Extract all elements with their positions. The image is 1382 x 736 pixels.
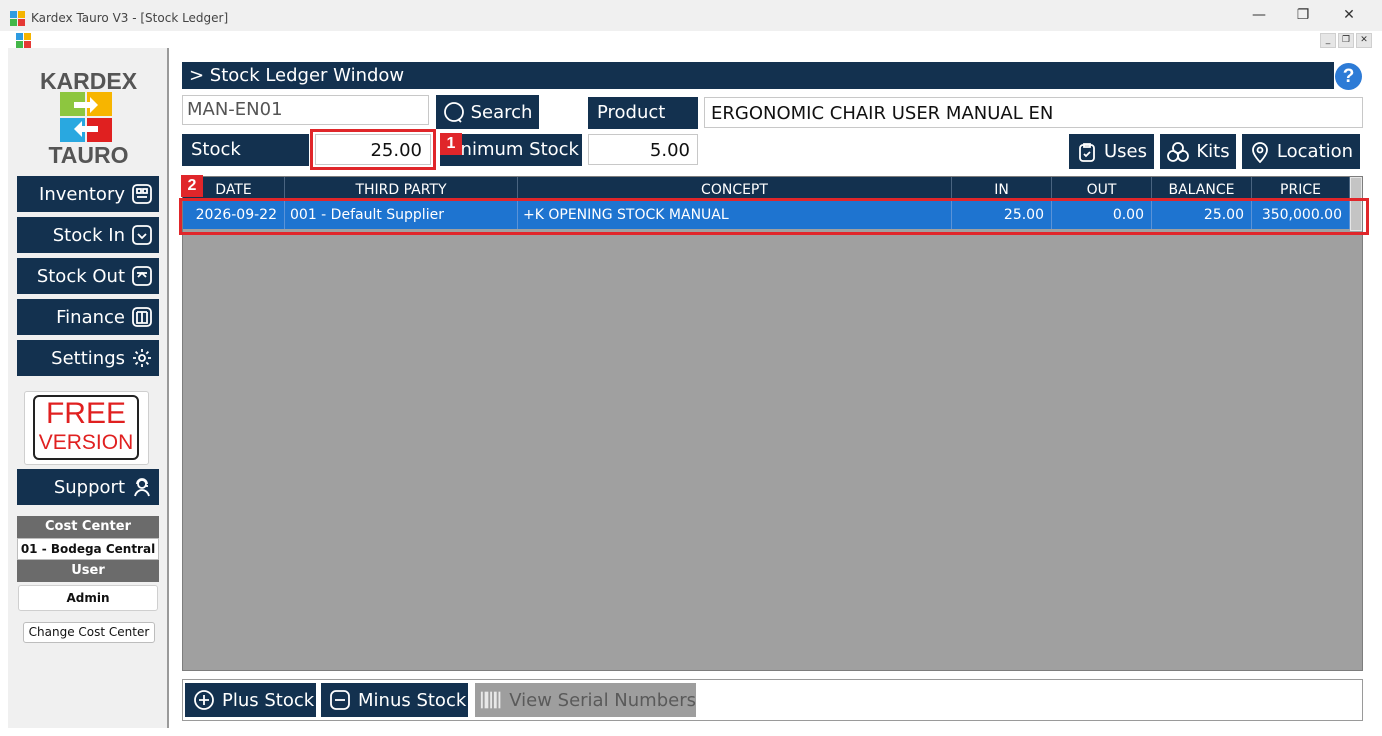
barcode-icon xyxy=(480,691,501,709)
location-pin-icon xyxy=(1252,141,1268,163)
change-cost-center-button[interactable]: Change Cost Center xyxy=(23,622,155,643)
plus-circle-icon xyxy=(194,690,214,710)
nav-finance-label: Finance xyxy=(56,306,125,328)
product-label: Product xyxy=(588,97,698,129)
product-name-field: ERGONOMIC CHAIR USER MANUAL EN xyxy=(704,97,1363,128)
window-minimize-button[interactable]: — xyxy=(1236,0,1282,31)
clipboard-check-icon xyxy=(1079,142,1095,162)
mdi-minimize-button[interactable]: _ xyxy=(1320,33,1336,48)
nav-inventory-label: Inventory xyxy=(39,183,125,205)
nav-stock-out-button[interactable]: Stock Out xyxy=(17,258,159,294)
minimum-stock-field: 5.00 xyxy=(588,134,698,165)
cost-center-value: 01 - Bodega Central xyxy=(17,538,159,560)
user-value: Admin xyxy=(18,585,158,611)
nav-stock-in-button[interactable]: Stock In xyxy=(17,217,159,253)
book-icon xyxy=(132,307,152,327)
search-icon xyxy=(443,102,464,123)
user-label: User xyxy=(17,560,159,582)
highlight-box-2 xyxy=(179,198,1369,235)
plus-stock-button[interactable]: Plus Stock xyxy=(185,683,316,717)
nav-finance-button[interactable]: Finance xyxy=(17,299,159,335)
nav-inventory-button[interactable]: Inventory xyxy=(17,176,159,212)
stock-label: Stock xyxy=(182,134,309,166)
mdi-restore-button[interactable]: ❐ xyxy=(1338,33,1354,48)
app-icon xyxy=(10,11,25,26)
free-version-line1: FREE xyxy=(45,397,126,430)
search-button-label: Search xyxy=(470,101,533,123)
minus-stock-button[interactable]: Minus Stock xyxy=(321,683,468,717)
inventory-icon xyxy=(132,184,152,204)
cost-center-label: Cost Center xyxy=(17,516,159,538)
logo-icon xyxy=(60,92,112,142)
view-serial-numbers-label: View Serial Numbers xyxy=(509,689,696,711)
nav-settings-button[interactable]: Settings xyxy=(17,340,159,376)
nav-stock-out-label: Stock Out xyxy=(36,265,125,287)
location-button[interactable]: Location xyxy=(1242,134,1360,169)
nav-stock-in-label: Stock In xyxy=(52,224,125,246)
stock-out-icon xyxy=(132,266,152,286)
window-title: Kardex Tauro V3 - [Stock Ledger] xyxy=(31,11,229,25)
kits-icon xyxy=(1167,141,1190,162)
uses-button-label: Uses xyxy=(1103,141,1147,162)
gear-icon xyxy=(133,349,151,367)
logo-text-tauro: TAURO xyxy=(48,142,129,168)
product-code-input[interactable]: MAN-EN01 xyxy=(182,95,429,125)
uses-button[interactable]: Uses xyxy=(1069,134,1154,169)
free-version-line2: VERSION xyxy=(38,431,134,454)
support-agent-icon xyxy=(134,478,150,497)
ledger-grid xyxy=(182,176,1363,671)
nav-support-label: Support xyxy=(53,476,125,498)
window-restore-button[interactable]: ❐ xyxy=(1280,0,1326,31)
mdi-close-button[interactable]: ✕ xyxy=(1356,33,1372,48)
mdi-bar xyxy=(0,31,1382,48)
stock-in-icon xyxy=(132,225,152,245)
kits-button-label: Kits xyxy=(1196,141,1230,162)
mdi-child-icon xyxy=(16,33,31,48)
kits-button[interactable]: Kits xyxy=(1160,134,1236,169)
highlight-box-1 xyxy=(310,129,436,170)
page-title: > Stock Ledger Window xyxy=(182,62,1334,89)
nav-support-button[interactable]: Support xyxy=(17,469,159,505)
search-button[interactable]: Search xyxy=(436,95,539,129)
window-close-button[interactable]: ✕ xyxy=(1326,0,1372,31)
annotation-badge-1: 1 xyxy=(440,133,462,155)
location-button-label: Location xyxy=(1276,141,1354,162)
minus-stock-label: Minus Stock xyxy=(358,689,467,711)
annotation-badge-2: 2 xyxy=(181,175,203,197)
help-button[interactable]: ? xyxy=(1335,63,1362,90)
logo-text-kardex: KARDEX xyxy=(39,68,138,94)
minus-square-icon xyxy=(330,690,350,710)
nav-settings-label: Settings xyxy=(51,347,125,369)
view-serial-numbers-button[interactable]: View Serial Numbers xyxy=(475,683,696,717)
plus-stock-label: Plus Stock xyxy=(222,689,315,711)
